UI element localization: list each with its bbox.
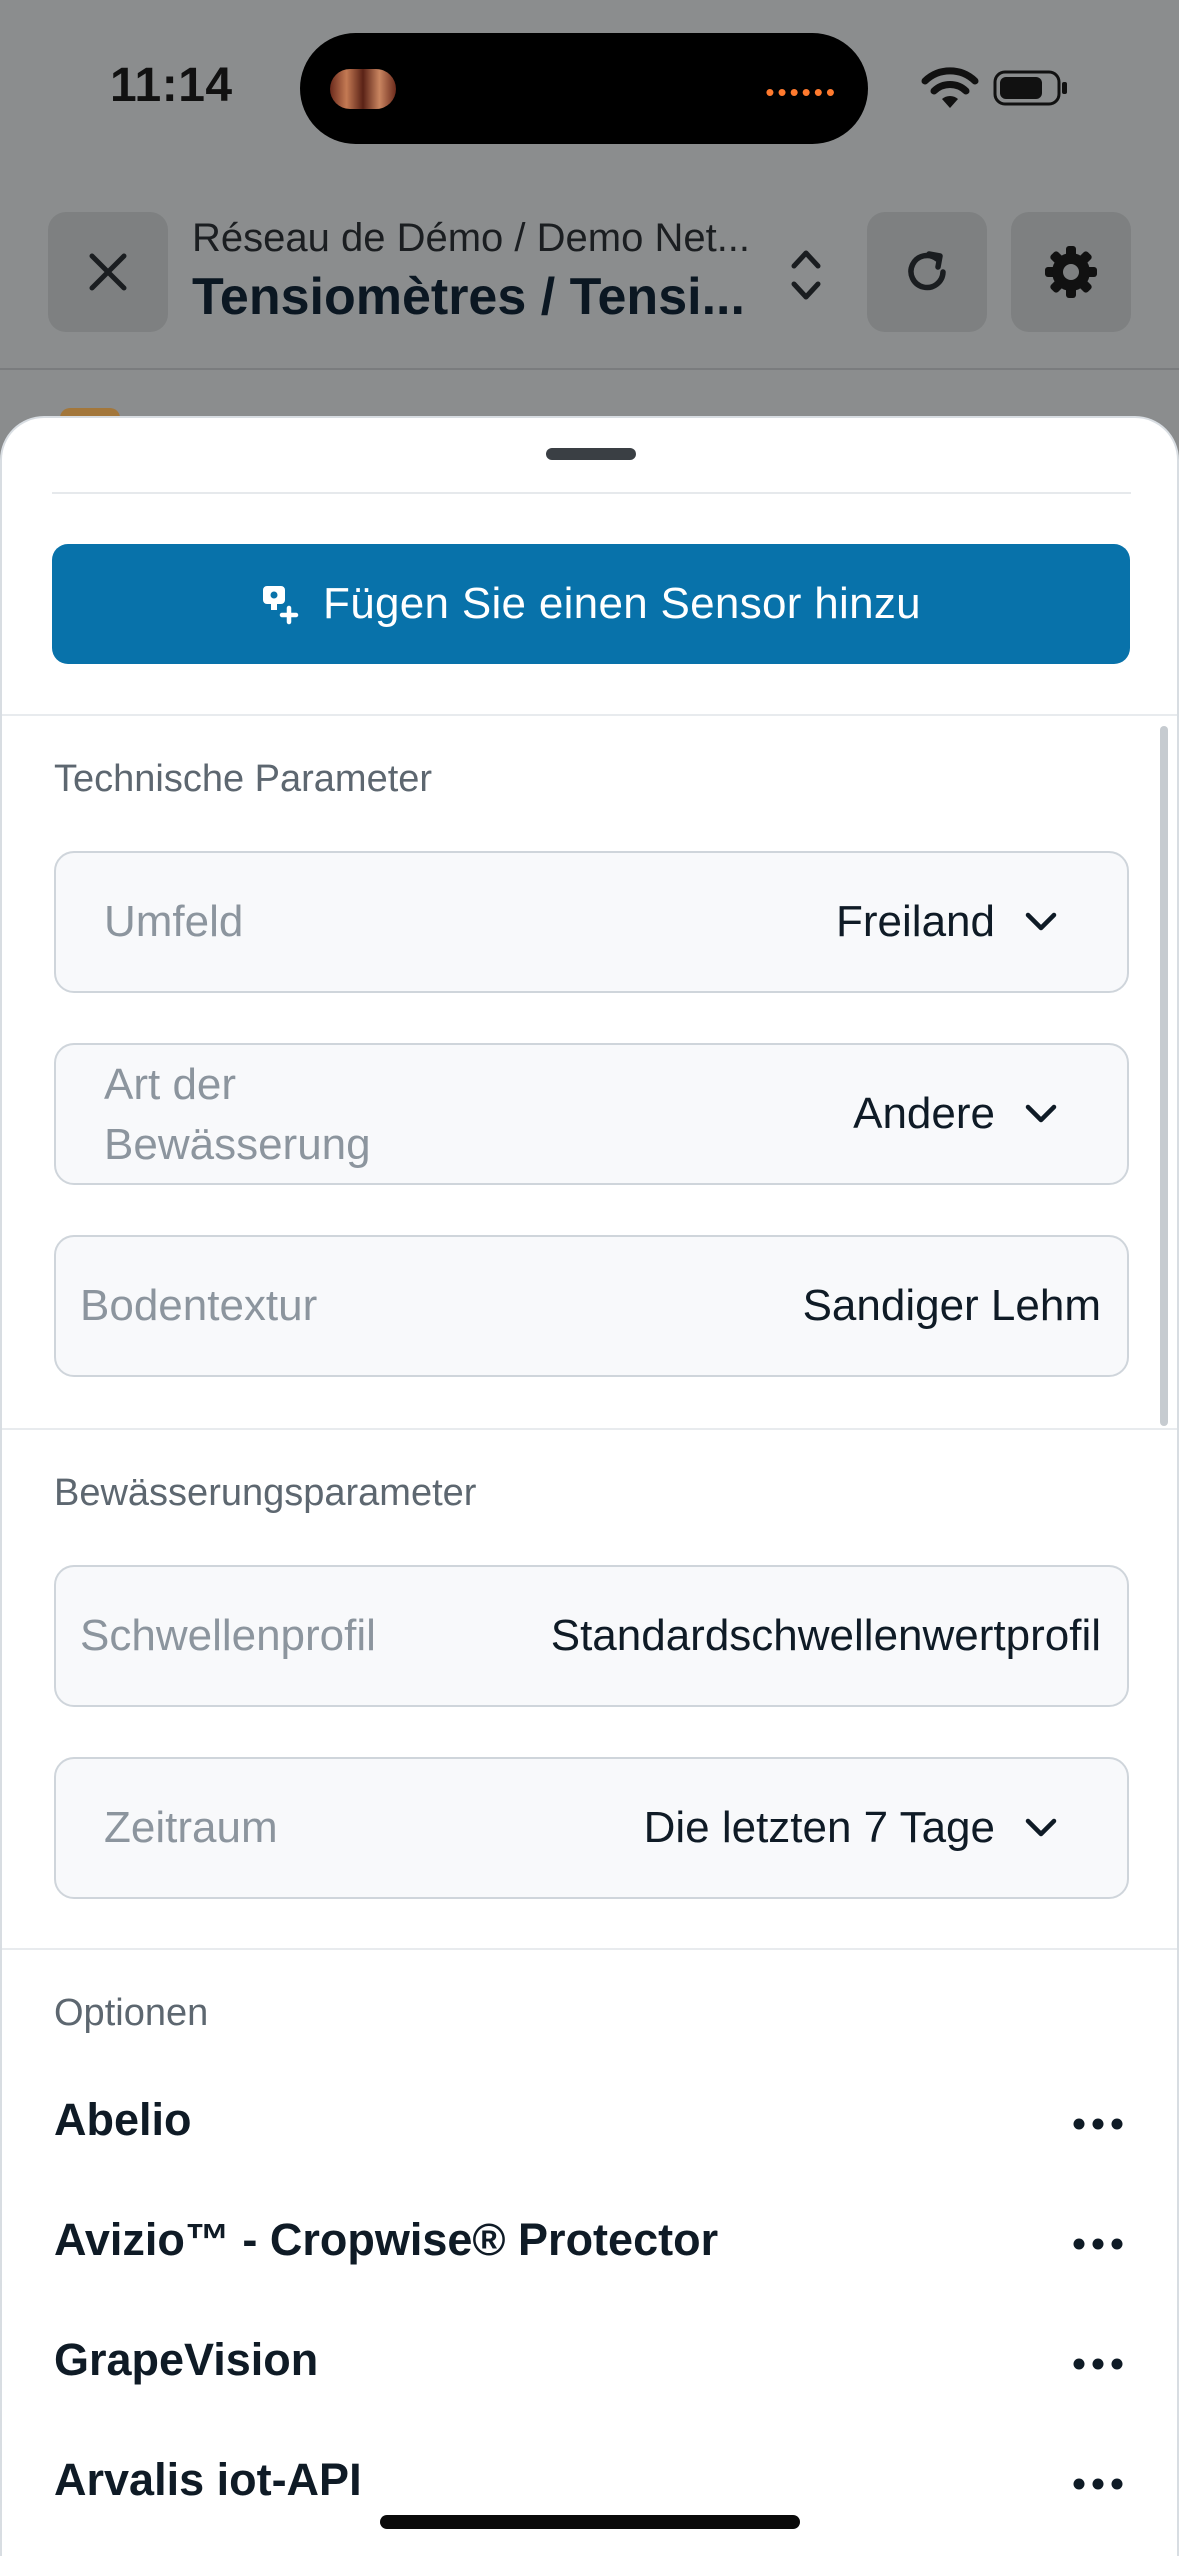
field-label: Umfeld (104, 897, 244, 946)
sensor-plus-icon (263, 586, 299, 625)
add-sensor-button[interactable]: Fügen Sie einen Sensor hinzu (52, 544, 1130, 664)
more-icon[interactable] (1073, 2118, 1123, 2130)
app-header: Réseau de Démo / Demo Net... Tensiomètre… (0, 210, 1179, 370)
header-divider (0, 368, 1179, 370)
network-selector[interactable]: Réseau de Démo / Demo Net... Tensiomètre… (192, 216, 762, 327)
field-value: Freiland (836, 897, 995, 946)
option-label: Abelio (54, 2094, 192, 2145)
option-label: Avizio™ - Cropwise® Protector (54, 2214, 719, 2265)
soil-texture-field[interactable]: Bodentextur Sandiger Lehm (54, 1235, 1129, 1377)
list-item[interactable]: Arvalis iot-API (54, 2448, 1129, 2518)
section-divider (2, 1948, 1177, 1950)
field-value: Sandiger Lehm (802, 1281, 1101, 1330)
section-divider (2, 1428, 1177, 1430)
field-value: Andere (853, 1089, 995, 1138)
status-time: 11:14 (110, 59, 233, 112)
field-label-line-1: Art der (104, 1060, 237, 1109)
wifi-icon (921, 67, 979, 108)
chevron-down-icon (1025, 912, 1057, 931)
period-select[interactable]: Zeitraum Die letzten 7 Tage (54, 1757, 1129, 1899)
chevron-down-icon (1025, 1818, 1057, 1837)
audio-activity-icon: •••••• (765, 77, 838, 107)
more-icon[interactable] (1073, 2238, 1123, 2250)
more-icon[interactable] (1073, 2358, 1123, 2370)
threshold-profile-field[interactable]: Schwellenprofil Standardschwellenwertpro… (54, 1565, 1129, 1707)
battery-icon (993, 70, 1067, 106)
section-divider (2, 714, 1177, 716)
refresh-icon (908, 251, 946, 291)
option-label: GrapeVision (54, 2334, 319, 2385)
chevron-down-icon (1025, 1104, 1057, 1123)
field-value: Standardschwellenwertprofil (550, 1611, 1101, 1660)
list-item[interactable]: Avizio™ - Cropwise® Protector (54, 2208, 1129, 2278)
now-playing-thumbnail (330, 69, 396, 109)
options-title: Optionen (54, 1992, 209, 2034)
chevron-up-down-icon[interactable] (785, 240, 827, 310)
settings-button[interactable] (1011, 212, 1131, 332)
option-label: Arvalis iot-API (54, 2454, 362, 2505)
divider (52, 492, 1131, 494)
scrollbar[interactable] (1160, 726, 1168, 1426)
add-sensor-label: Fügen Sie einen Sensor hinzu (323, 579, 921, 628)
sheet-grabber[interactable] (546, 448, 636, 460)
irrigation-parameters-title: Bewässerungsparameter (54, 1472, 477, 1514)
field-label-line-2: Bewässerung (104, 1120, 371, 1169)
page-title: Tensiomètres / Tensi... (192, 268, 745, 326)
refresh-button[interactable] (867, 212, 987, 332)
field-label: Bodentextur (80, 1281, 318, 1330)
settings-sheet: Fügen Sie einen Sensor hinzu Technische … (0, 416, 1179, 2556)
dynamic-island: •••••• (300, 33, 868, 144)
list-item[interactable]: Abelio (54, 2088, 1129, 2158)
close-icon (89, 253, 127, 291)
header-subtitle: Réseau de Démo / Demo Net... (192, 216, 751, 260)
close-button[interactable] (48, 212, 168, 332)
field-value: Die letzten 7 Tage (643, 1803, 995, 1852)
field-label: Zeitraum (104, 1803, 278, 1852)
gear-icon (1045, 246, 1097, 298)
list-item[interactable]: GrapeVision (54, 2328, 1129, 2398)
technical-parameters-title: Technische Parameter (54, 758, 433, 800)
home-indicator[interactable] (380, 2515, 800, 2529)
more-icon[interactable] (1073, 2478, 1123, 2490)
environment-select[interactable]: Umfeld Freiland (54, 851, 1129, 993)
field-label: Schwellenprofil (80, 1611, 376, 1660)
irrigation-type-select[interactable]: Art der Bewässerung Andere (54, 1043, 1129, 1185)
